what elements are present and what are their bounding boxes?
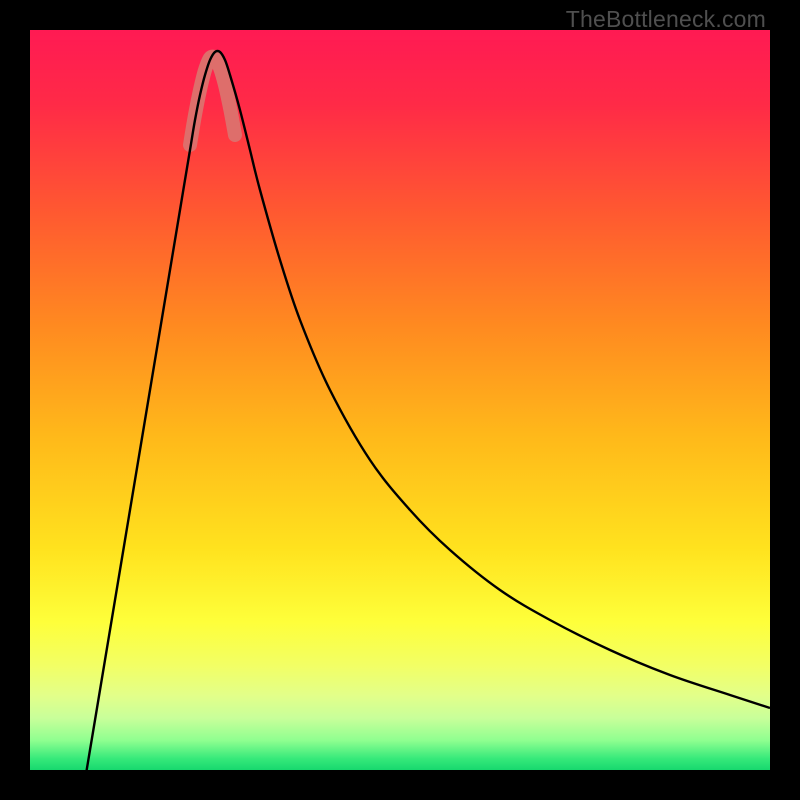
- watermark-text: TheBottleneck.com: [566, 6, 766, 33]
- chart-frame: TheBottleneck.com: [0, 0, 800, 800]
- bottleneck-curve: [85, 51, 770, 770]
- plot-area: [30, 30, 770, 770]
- curve-layer: [30, 30, 770, 770]
